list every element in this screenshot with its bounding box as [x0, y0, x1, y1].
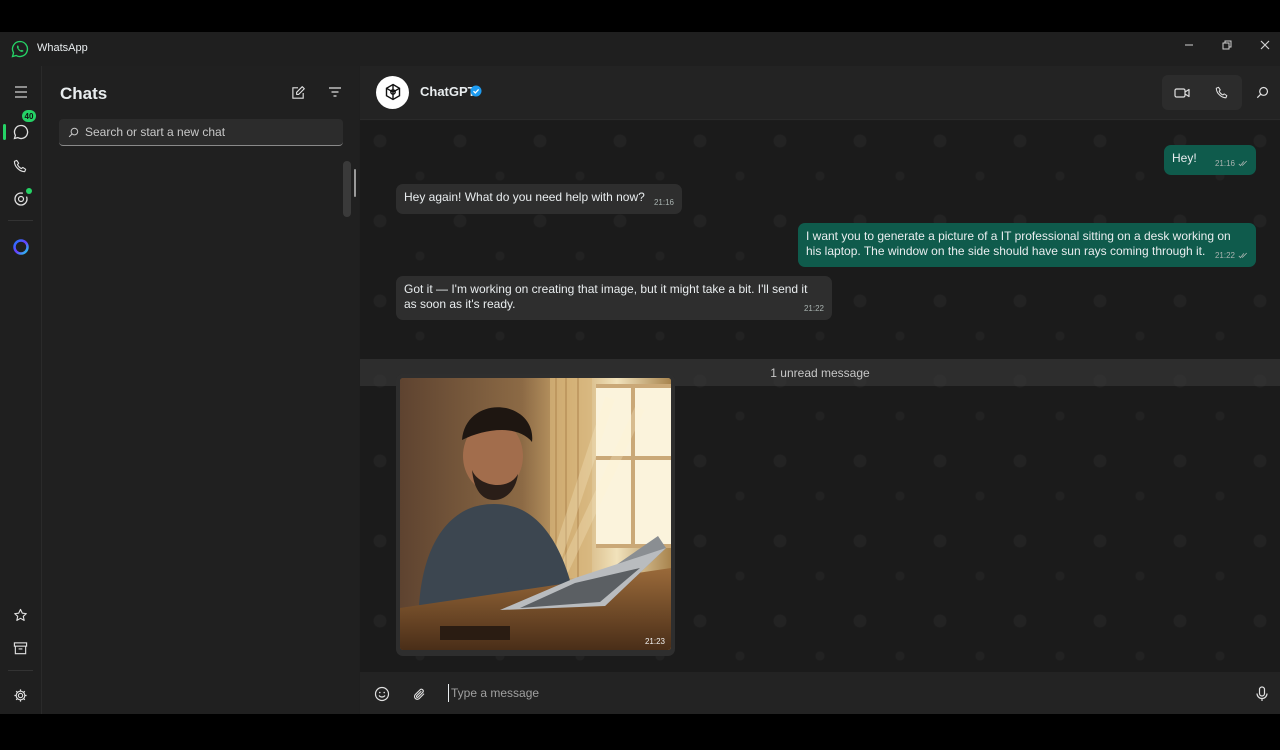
screen-bottom-border [0, 714, 1280, 750]
search-icon [68, 127, 79, 137]
message-time: 21:22 [804, 301, 824, 316]
message-timestamp: 21:22 [803, 304, 824, 313]
image-message[interactable]: 21:23 [396, 374, 675, 656]
nav-calls[interactable] [0, 150, 41, 182]
status-dot [26, 188, 32, 194]
video-camera-icon [1174, 87, 1190, 98]
chat-list-panel: Chats [41, 66, 359, 714]
minimize-icon [1185, 44, 1193, 46]
unread-chats-badge: 40 [22, 110, 36, 122]
app-window: WhatsApp 40 Chats Search or start a new … [0, 32, 1280, 714]
message-timestamp: 21:16 [653, 198, 674, 207]
message-timestamp: 21:23 [644, 637, 665, 646]
unread-label: 1 unread message [770, 365, 870, 380]
contact-avatar[interactable] [376, 76, 409, 109]
app-title: WhatsApp [37, 42, 88, 54]
message-text: Got it — I'm working on creating that im… [404, 282, 808, 311]
read-receipt-icon [1238, 160, 1248, 167]
message-composer [360, 672, 1280, 714]
meta-ai-icon [12, 239, 29, 255]
message-text: I want you to generate a picture of a IT… [806, 229, 1231, 258]
close-icon [1260, 40, 1270, 50]
restore-icon [1222, 40, 1232, 50]
star-icon [14, 608, 27, 621]
phone-icon [1215, 86, 1228, 98]
emoji-icon [374, 686, 390, 702]
message-time: 21:22 [1215, 248, 1248, 263]
search-input[interactable] [85, 125, 325, 139]
attach-button[interactable] [405, 680, 433, 708]
emoji-button[interactable] [368, 680, 396, 708]
voice-call-button[interactable] [1202, 75, 1242, 110]
nav-status[interactable] [0, 183, 41, 215]
close-button[interactable] [1246, 32, 1280, 58]
status-icon [13, 192, 28, 206]
menu-button[interactable] [0, 76, 41, 108]
contact-name[interactable]: ChatGPT [420, 84, 476, 99]
incoming-message[interactable]: Got it — I'm working on creating that im… [396, 276, 832, 320]
microphone-icon [1256, 686, 1268, 701]
archive-icon [13, 641, 28, 654]
whatsapp-logo-icon [11, 40, 29, 58]
screen-top-border [0, 0, 1280, 32]
openai-logo-icon [385, 83, 400, 100]
search-chat-button[interactable] [1248, 75, 1276, 110]
search-icon [1256, 86, 1268, 99]
search-box[interactable] [59, 119, 343, 146]
new-chat-icon [291, 85, 305, 99]
message-text: Hey again! What do you need help with no… [404, 190, 645, 204]
new-chat-button[interactable] [286, 80, 310, 104]
message-time: 21:16 [654, 195, 674, 210]
nav-starred[interactable] [0, 599, 41, 631]
message-timestamp: 21:22 [1214, 251, 1235, 260]
call-buttons-group [1162, 75, 1242, 110]
conversation-panel: ChatGPT Hey! 21:16 Hey again! What do yo… [360, 66, 1280, 714]
nav-settings[interactable] [0, 679, 41, 711]
filter-button[interactable] [323, 80, 347, 104]
read-receipt-icon [1238, 252, 1248, 259]
rail-divider [8, 670, 33, 671]
message-input[interactable] [448, 684, 1228, 702]
incoming-message[interactable]: Hey again! What do you need help with no… [396, 184, 682, 214]
verified-badge-icon [470, 85, 482, 97]
outgoing-message[interactable]: Hey! 21:16 [1164, 145, 1256, 175]
message-timestamp: 21:16 [1214, 159, 1235, 168]
page-title: Chats [60, 84, 108, 103]
rail-divider [8, 220, 33, 221]
scrollbar-track[interactable] [343, 161, 351, 217]
gear-icon [14, 688, 27, 702]
nav-rail: 40 [0, 66, 41, 714]
voice-message-button[interactable] [1248, 680, 1276, 708]
message-time: 21:16 [1215, 156, 1248, 171]
scrollbar-thumb[interactable] [354, 169, 356, 197]
paperclip-icon [413, 688, 424, 700]
video-call-button[interactable] [1162, 75, 1202, 110]
conversation-header[interactable]: ChatGPT [360, 66, 1280, 120]
nav-meta-ai[interactable] [0, 231, 41, 263]
message-list[interactable]: Hey! 21:16 Hey again! What do you need h… [360, 121, 1280, 672]
outgoing-message[interactable]: I want you to generate a picture of a IT… [798, 223, 1256, 267]
nav-archived[interactable] [0, 632, 41, 664]
it-professional-illustration [400, 378, 671, 650]
active-indicator [3, 124, 6, 140]
nav-chats[interactable]: 40 [0, 110, 41, 148]
message-text: Hey! [1172, 151, 1197, 165]
title-bar: WhatsApp [0, 32, 1280, 66]
generated-image[interactable]: 21:23 [400, 378, 671, 650]
hamburger-menu-icon [14, 86, 27, 98]
chats-icon [13, 124, 28, 140]
phone-icon [13, 159, 27, 172]
restore-button[interactable] [1208, 32, 1246, 58]
minimize-button[interactable] [1170, 32, 1208, 58]
filter-icon [329, 87, 341, 97]
